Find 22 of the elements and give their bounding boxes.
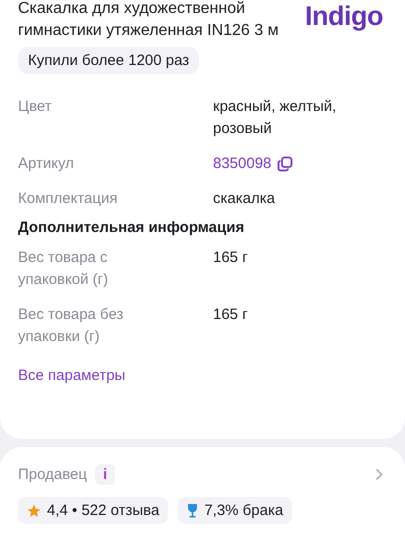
- param-label: Вес товара с упаковкой (г): [18, 248, 110, 290]
- info-badge[interactable]: i: [94, 464, 116, 485]
- param-value: 165 г: [213, 305, 249, 325]
- param-label: Артикул: [18, 154, 75, 174]
- section-heading: Дополнительная информация: [18, 219, 246, 236]
- seller-label: Продавец: [18, 466, 87, 483]
- defects-chip[interactable]: 7,3% брака: [178, 497, 292, 524]
- purchases-badge: Купили более 1200 раз: [18, 47, 200, 74]
- param-label: Вес товара без упаковки (г): [18, 305, 124, 347]
- all-parameters-link[interactable]: Все параметры: [18, 367, 126, 384]
- param-value: 165 г: [213, 248, 249, 268]
- article-number[interactable]: 8350098: [213, 153, 272, 175]
- brand-logo[interactable]: Indigo: [305, 0, 383, 32]
- copy-icon[interactable]: [277, 156, 294, 172]
- glass-icon: [187, 503, 198, 518]
- param-label: Цвет: [18, 97, 53, 117]
- param-label: Комплектация: [18, 189, 118, 209]
- star-icon: [27, 504, 41, 518]
- rating-chip[interactable]: 4,4 • 522 отзыва: [18, 497, 168, 524]
- param-value: красный, желтый, розовый: [213, 97, 338, 139]
- param-value: скакалка: [213, 189, 276, 209]
- product-title: Скакалка для художественной гимнастики утяжеленная IN126 3 м: [18, 0, 280, 41]
